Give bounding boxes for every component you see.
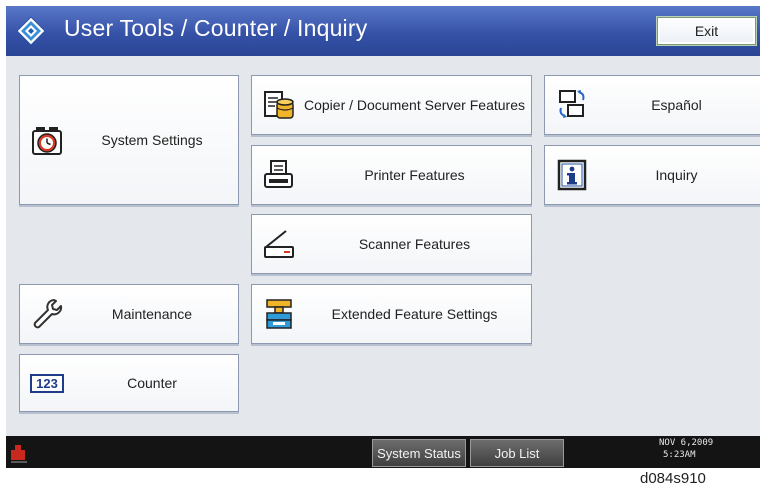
screen: User Tools / Counter / Inquiry Exit Syst… — [6, 6, 760, 468]
exit-button[interactable]: Exit — [657, 17, 756, 45]
copier-document-server-label: Copier / Document Server Features — [304, 97, 525, 113]
printer-icon — [264, 160, 293, 188]
language-switch-icon — [559, 90, 585, 118]
maintenance-button[interactable]: Maintenance — [19, 284, 239, 344]
status-indicator-icon — [11, 445, 27, 463]
document-server-icon — [264, 91, 294, 119]
info-icon — [557, 159, 587, 191]
extended-feature-settings-button[interactable]: Extended Feature Settings — [251, 284, 532, 344]
inquiry-button[interactable]: Inquiry — [544, 145, 760, 205]
counter-123-icon: 123 — [30, 374, 64, 393]
printer-features-button[interactable]: Printer Features — [251, 145, 532, 205]
title-bar: User Tools / Counter / Inquiry Exit — [6, 6, 760, 56]
inquiry-label: Inquiry — [655, 167, 698, 183]
wrench-icon — [33, 299, 63, 329]
scanner-features-label: Scanner Features — [358, 236, 471, 252]
printer-features-label: Printer Features — [364, 167, 465, 183]
status-footer: System Status Job List — [6, 436, 760, 468]
alarm-clock-icon — [32, 127, 62, 155]
page-title: User Tools / Counter / Inquiry — [64, 15, 368, 41]
maintenance-label: Maintenance — [111, 306, 193, 322]
system-status-button[interactable]: System Status — [372, 439, 466, 467]
scanner-icon — [264, 230, 294, 258]
extended-features-icon — [266, 299, 292, 329]
language-espanol-label: Español — [651, 97, 702, 113]
footer-date: NOV 6,2009 — [659, 438, 714, 448]
counter-button[interactable]: 123 Counter — [19, 354, 239, 412]
svg-text:123: 123 — [36, 376, 58, 391]
figure-caption: d084s910 — [640, 470, 706, 487]
extended-feature-settings-label: Extended Feature Settings — [331, 306, 498, 322]
footer-time: 5:23AM — [663, 450, 696, 460]
system-settings-button[interactable]: System Settings — [19, 75, 239, 205]
language-espanol-button[interactable]: Español — [544, 75, 760, 135]
scanner-features-button[interactable]: Scanner Features — [251, 214, 532, 274]
job-list-button[interactable]: Job List — [470, 439, 564, 467]
user-tools-diamond-icon — [16, 16, 46, 46]
system-settings-label: System Settings — [101, 132, 203, 148]
counter-label: Counter — [127, 375, 177, 391]
copier-document-server-button[interactable]: Copier / Document Server Features — [251, 75, 532, 135]
